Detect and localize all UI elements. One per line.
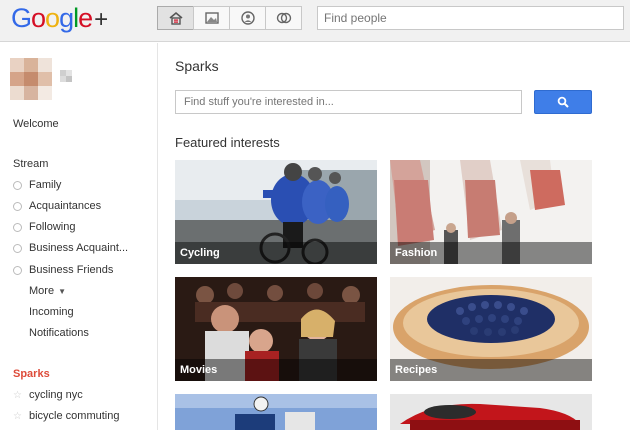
interest-tile-cars[interactable] (390, 394, 592, 430)
interest-tile-fashion[interactable]: Fashion (390, 160, 592, 264)
nav-circles-button[interactable] (265, 6, 302, 30)
circle-radio-icon (13, 222, 22, 232)
star-icon: ☆ (13, 389, 22, 401)
logo-letter: G (11, 3, 32, 33)
main-content: Sparks Featured interests Cycling (159, 43, 630, 430)
tile-label: Cycling (175, 242, 377, 264)
logo-letter: o (45, 3, 60, 33)
circle-label: Business Acquaint... (29, 242, 129, 254)
logo-letter: g (59, 3, 74, 33)
incoming-link[interactable]: Incoming (13, 306, 74, 318)
circle-label: Following (29, 221, 76, 233)
nav-profile-button[interactable] (229, 6, 266, 30)
top-bar: Google+ (0, 0, 630, 42)
interest-search-input[interactable] (175, 90, 522, 114)
spark-label: bicycle commuting (29, 410, 120, 422)
sparks-link[interactable]: Sparks (13, 368, 50, 380)
stream-link[interactable]: Stream (13, 158, 48, 170)
star-icon: ☆ (13, 410, 22, 422)
circle-item-acquaintances[interactable]: Acquaintances (13, 200, 101, 212)
circle-radio-icon (13, 265, 22, 275)
interest-tile-recipes[interactable]: Recipes (390, 277, 592, 381)
find-people-input[interactable] (317, 6, 624, 30)
featured-interests-heading: Featured interests (175, 135, 280, 150)
spark-label: cycling nyc (29, 389, 83, 401)
welcome-link[interactable]: Welcome (13, 118, 59, 130)
interest-tile-cycling[interactable]: Cycling (175, 160, 377, 264)
logo-letter: o (31, 3, 46, 33)
home-icon (168, 11, 183, 25)
avatar-badge (60, 70, 72, 82)
circle-radio-icon (13, 243, 22, 253)
tile-label: Movies (175, 359, 377, 381)
soccer-photo (175, 394, 377, 430)
circle-radio-icon (13, 180, 22, 190)
circle-label: Business Friends (29, 264, 114, 276)
top-nav (157, 6, 302, 30)
cars-photo (390, 394, 592, 430)
page-title: Sparks (175, 58, 219, 74)
spark-item[interactable]: ☆ bicycle commuting (13, 410, 119, 422)
caret-down-icon: ▼ (58, 286, 66, 296)
avatar[interactable] (10, 58, 52, 100)
spark-item[interactable]: ☆ cycling nyc (13, 389, 83, 401)
circle-radio-icon (13, 201, 22, 211)
interest-tile-soccer[interactable] (175, 394, 377, 430)
notifications-link[interactable]: Notifications (13, 327, 89, 339)
circle-label: Acquaintances (29, 200, 102, 212)
circle-item-family[interactable]: Family (13, 179, 61, 191)
search-icon (557, 96, 569, 108)
more-menu[interactable]: More ▼ (13, 285, 66, 297)
google-plus-logo[interactable]: Google+ (11, 3, 108, 34)
circle-label: Family (29, 179, 62, 191)
sidebar: Welcome Stream Family Acquaintances Foll… (0, 43, 158, 430)
circles-icon (276, 12, 291, 24)
tile-label: Fashion (390, 242, 592, 264)
more-label: More (29, 285, 55, 297)
nav-photos-button[interactable] (193, 6, 230, 30)
incoming-label: Incoming (29, 306, 74, 318)
photos-icon (204, 12, 219, 24)
circle-item-following[interactable]: Following (13, 221, 75, 233)
interest-tile-movies[interactable]: Movies (175, 277, 377, 381)
notifications-label: Notifications (29, 327, 89, 339)
tile-label: Recipes (390, 359, 592, 381)
logo-plus: + (94, 6, 108, 33)
nav-home-button[interactable] (157, 6, 194, 30)
profile-icon (240, 11, 255, 25)
circle-item-business-acquaintances[interactable]: Business Acquaint... (13, 242, 128, 254)
logo-letter: e (78, 3, 93, 33)
search-button[interactable] (534, 90, 592, 114)
circle-item-business-friends[interactable]: Business Friends (13, 264, 113, 276)
